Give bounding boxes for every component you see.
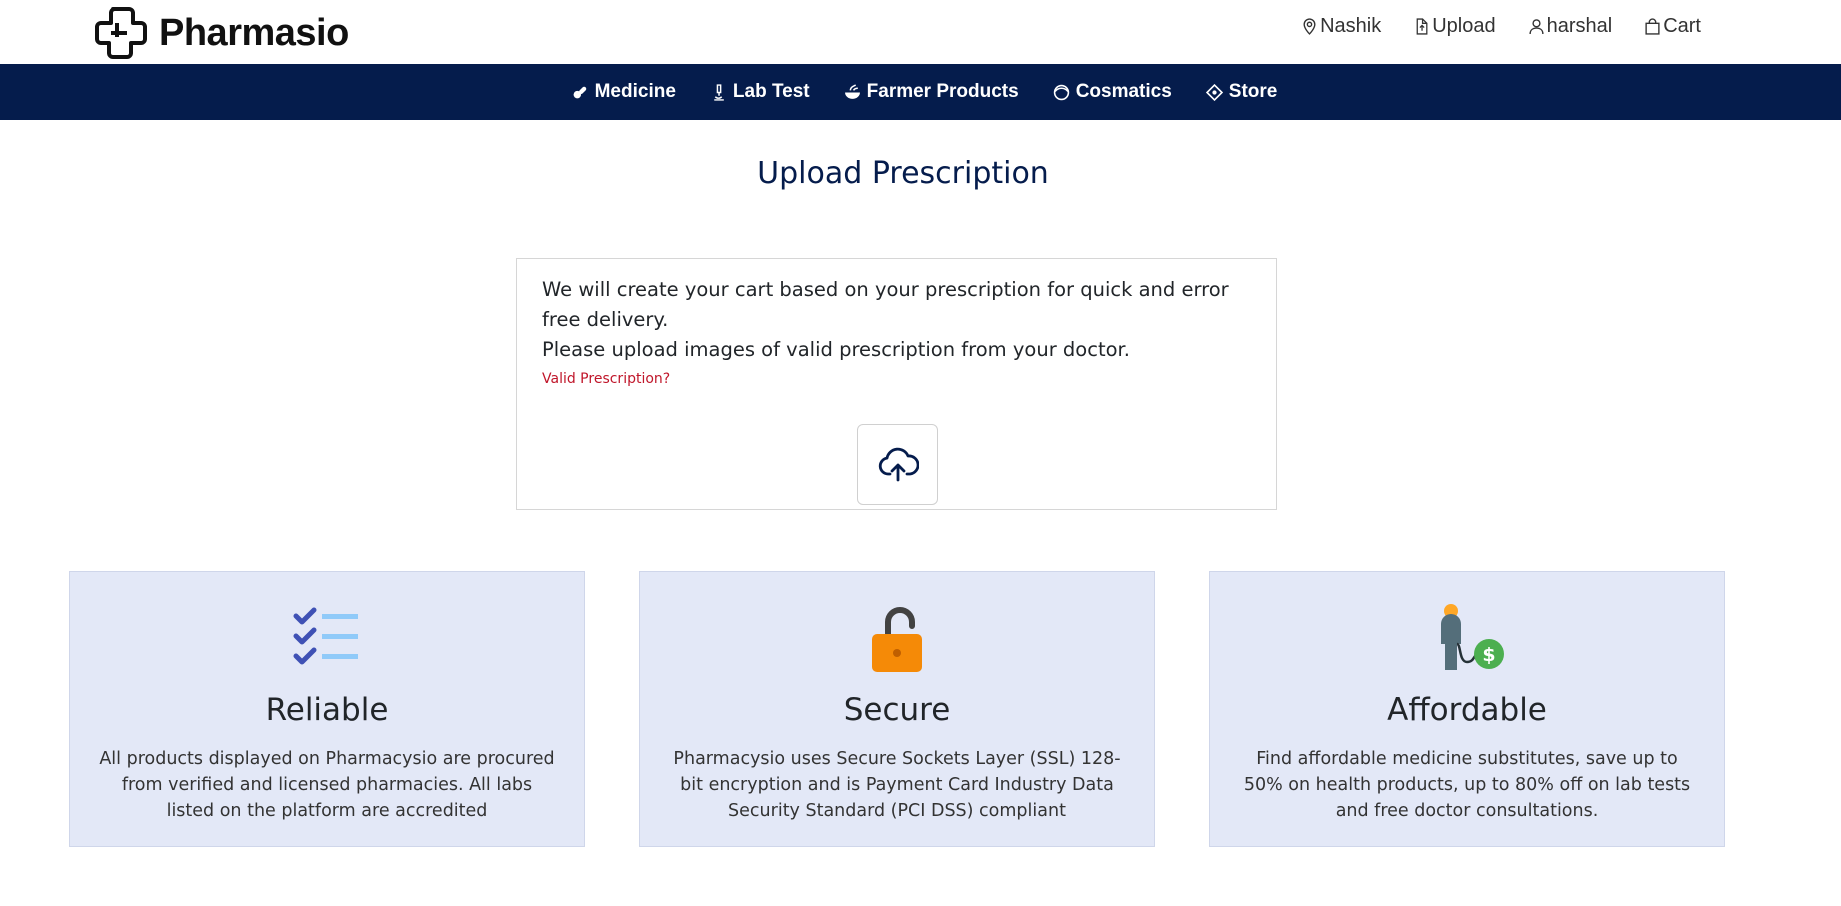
cloud-upload-icon <box>878 447 919 481</box>
shopping-bag-icon <box>1645 18 1660 35</box>
upload-label: Upload <box>1432 15 1496 37</box>
checklist-icon <box>293 607 358 665</box>
brand-name: Pharmasio <box>159 11 349 54</box>
nav-cosmatics[interactable]: Cosmatics <box>1053 81 1172 103</box>
top-header: Pharmasio Nashik Upload harshal Cart <box>0 0 1841 64</box>
feature-title-reliable: Reliable <box>265 692 389 728</box>
brand-logo[interactable]: Pharmasio <box>93 5 349 61</box>
feature-text-reliable: All products displayed on Pharmacysio ar… <box>99 749 555 821</box>
feature-title-secure: Secure <box>843 692 951 728</box>
cross-logo-icon <box>95 7 147 59</box>
user-link[interactable]: harshal <box>1528 15 1613 38</box>
nav-store[interactable]: Store <box>1205 81 1278 103</box>
store-icon <box>1205 83 1223 101</box>
pills-icon <box>573 86 586 98</box>
svg-text:$: $ <box>1482 644 1495 666</box>
top-links: Nashik Upload harshal Cart <box>1301 15 1701 38</box>
nav-cosmatics-label: Cosmatics <box>1075 81 1172 102</box>
feature-title-affordable: Affordable <box>1387 692 1547 728</box>
feature-icon-wrap <box>640 599 1154 679</box>
cart-link[interactable]: Cart <box>1644 15 1701 38</box>
user-label: harshal <box>1546 15 1613 37</box>
nav-medicine-label: Medicine <box>594 81 676 102</box>
category-navbar: Medicine Lab Test Farmer Products Cosmat… <box>0 64 1841 120</box>
bowl-icon <box>844 83 860 99</box>
cart-label: Cart <box>1663 15 1701 37</box>
upload-link[interactable]: Upload <box>1413 15 1496 38</box>
nav-lab-test-label: Lab Test <box>732 81 810 102</box>
location-pin-icon <box>1303 18 1316 35</box>
feature-card-affordable: $ Affordable Find affordable medicine su… <box>1209 571 1725 847</box>
location-label: Nashik <box>1320 15 1382 37</box>
feature-card-secure: Secure Pharmacysio uses Secure Sockets L… <box>639 571 1155 847</box>
valid-prescription-link[interactable]: Valid Prescription? <box>542 371 670 387</box>
feature-icon-wrap <box>70 599 584 679</box>
nav-medicine[interactable]: Medicine <box>572 81 676 103</box>
page-title: Upload Prescription <box>757 156 1049 191</box>
person-money-icon: $ <box>1441 604 1504 670</box>
unlocked-padlock-icon <box>872 607 922 672</box>
microscope-icon <box>714 83 724 101</box>
nav-farmer-label: Farmer Products <box>866 81 1019 102</box>
feature-card-reliable: Reliable All products displayed on Pharm… <box>69 571 585 847</box>
upload-card: We will create your cart based on your p… <box>516 258 1277 510</box>
feature-text-affordable: Find affordable medicine substitutes, sa… <box>1243 749 1691 821</box>
nav-farmer-products[interactable]: Farmer Products <box>844 81 1019 103</box>
upload-line-1: We will create your cart based on your p… <box>542 278 1229 331</box>
upload-instructions: We will create your cart based on your p… <box>542 275 1251 365</box>
nav-store-label: Store <box>1228 81 1278 102</box>
user-icon <box>1529 19 1544 34</box>
upload-line-2: Please upload images of valid prescripti… <box>542 338 1130 361</box>
face-icon <box>1053 84 1069 100</box>
nav-lab-test[interactable]: Lab Test <box>710 81 810 103</box>
upload-button[interactable] <box>857 424 938 505</box>
file-upload-icon <box>1416 18 1428 35</box>
feature-text-secure: Pharmacysio uses Secure Sockets Layer (S… <box>673 749 1121 821</box>
location-link[interactable]: Nashik <box>1301 15 1381 38</box>
feature-icon-wrap: $ <box>1210 599 1724 679</box>
